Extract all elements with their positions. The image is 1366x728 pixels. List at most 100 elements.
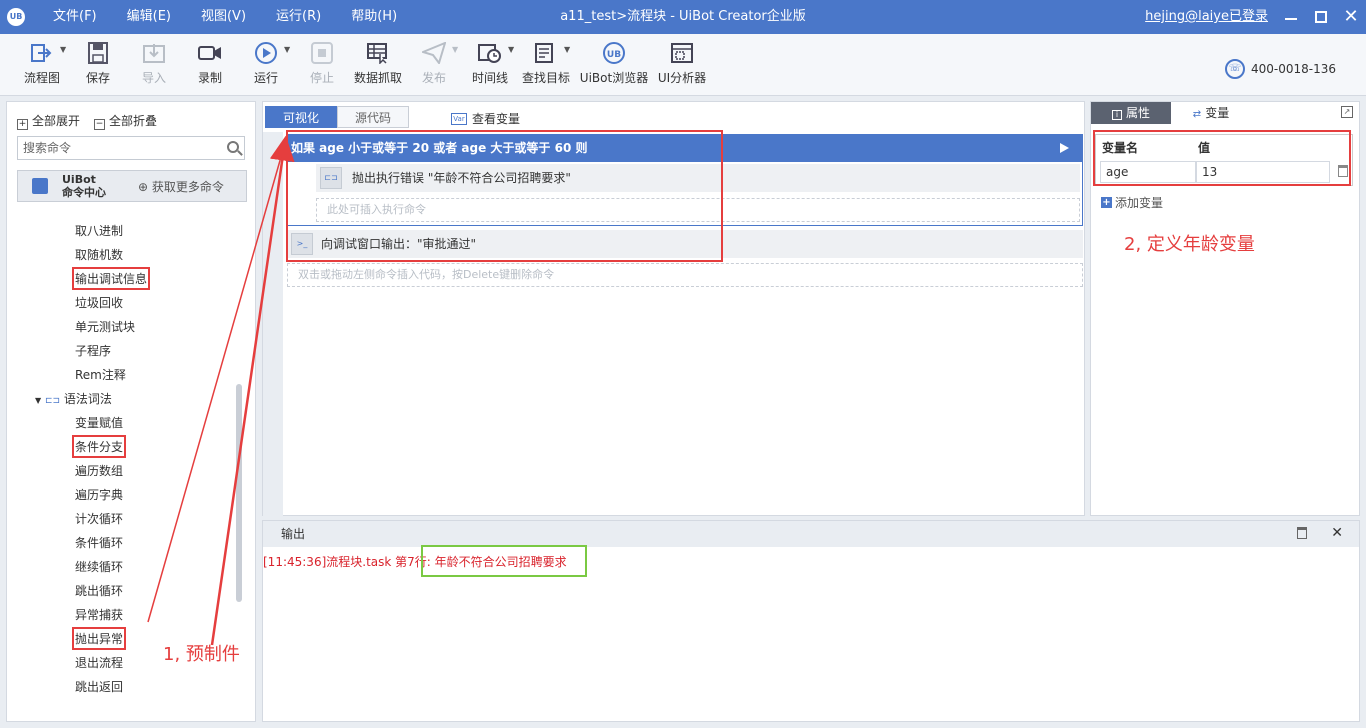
data-capture-button[interactable]: 数据抓取 <box>352 38 404 92</box>
data-capture-icon <box>366 42 390 65</box>
plus-icon: ⊕ <box>138 180 152 194</box>
expand-icon[interactable]: ↗ <box>1341 106 1353 118</box>
tab-output[interactable]: 输出 <box>263 521 323 547</box>
tree-expand-controls: + 全部展开 − 全部折叠 <box>17 112 157 130</box>
syntax-group-icon: ⊏⊐ <box>44 396 61 406</box>
tree-item-unit-test[interactable]: 单元测试块 <box>75 318 135 335</box>
swap-icon: ⇄ <box>1192 109 1202 120</box>
get-more-commands[interactable]: ⊕ 获取更多命令 <box>138 178 224 195</box>
close-output-icon[interactable]: ✕ <box>1331 525 1343 541</box>
find-target-label: 查找目标 <box>521 71 570 85</box>
plus-square-icon: + <box>17 119 28 130</box>
editor-tabs: 可视化 源代码 <box>265 106 409 128</box>
add-variable-label: 添加变量 <box>1115 196 1164 210</box>
publish-dropdown-icon[interactable]: ▼ <box>452 45 458 54</box>
play-icon <box>254 42 278 64</box>
annotation-variable-box <box>1093 130 1351 186</box>
tab-source[interactable]: 源代码 <box>337 106 409 128</box>
command-panel: + 全部展开 −全部折叠 UiBot 命令中心 ⊕ 获取更多命令 取八进制 取随机… <box>6 101 256 722</box>
tree-group-syntax[interactable]: ▼ ⊏⊐ 语法词法 <box>35 390 112 407</box>
flowchart-dropdown-icon[interactable]: ▼ <box>60 45 66 54</box>
tree-item-trace[interactable]: 输出调试信息 <box>71 267 151 290</box>
import-icon <box>142 42 166 64</box>
output-header <box>263 521 1359 547</box>
tree-item-throw[interactable]: 抛出异常 <box>71 627 127 650</box>
tree-item-return[interactable]: 跳出返回 <box>75 678 123 695</box>
flowchart-icon <box>30 42 54 64</box>
ui-analyzer-button[interactable]: UI分析器 <box>656 38 708 92</box>
tab-properties-label: 属性 <box>1125 106 1150 120</box>
menu-run[interactable]: 运行(R) <box>261 0 336 34</box>
clear-output-icon[interactable] <box>1297 527 1307 539</box>
find-target-icon <box>534 42 558 64</box>
expand-all-button[interactable]: + 全部展开 <box>17 112 80 130</box>
tree-item-random[interactable]: 取随机数 <box>75 246 123 263</box>
record-label: 录制 <box>197 71 222 85</box>
command-center-line2: 命令中心 <box>62 186 106 199</box>
stop-button[interactable]: 停止 <box>306 38 338 92</box>
svg-text:UB: UB <box>607 50 621 60</box>
collapse-all-label: 全部折叠 <box>109 114 158 128</box>
flowchart-button[interactable]: 流程图 <box>20 38 64 92</box>
search-input[interactable] <box>18 137 218 159</box>
uibot-browser-icon: UB <box>602 42 626 64</box>
tree-scrollbar[interactable] <box>236 384 242 602</box>
tree-item-continue[interactable]: 继续循环 <box>75 558 123 575</box>
right-panel-tabs: i 属性 ⇄ 变量 <box>1091 102 1251 124</box>
editor-hint[interactable]: 双击或拖动左侧命令插入代码，按Delete键删除命令 <box>287 263 1083 287</box>
close-icon: ✕ <box>1343 6 1359 27</box>
uibot-browser-label: UiBot浏览器 <box>579 71 649 85</box>
command-center-line1: UiBot <box>62 173 96 186</box>
timeline-button[interactable]: 时间线 <box>470 38 510 92</box>
maximize-button[interactable] <box>1306 0 1336 34</box>
tree-item-assign[interactable]: 变量赋值 <box>75 414 123 431</box>
menu-file[interactable]: 文件(F) <box>38 0 112 34</box>
find-target-dropdown-icon[interactable]: ▼ <box>564 45 570 54</box>
tree-item-rem[interactable]: Rem注释 <box>75 366 126 383</box>
tab-visual[interactable]: 可视化 <box>265 106 337 128</box>
timeline-dropdown-icon[interactable]: ▼ <box>508 45 514 54</box>
record-button[interactable]: 录制 <box>194 38 226 92</box>
tree-item-subroutine[interactable]: 子程序 <box>75 342 111 359</box>
run-label: 运行 <box>253 71 278 85</box>
tree-item-for-count[interactable]: 计次循环 <box>75 510 123 527</box>
collapse-all-button[interactable]: − 全部折叠 <box>94 112 157 130</box>
annotation-output-box <box>421 545 587 577</box>
timeline-label: 时间线 <box>471 71 508 85</box>
search-icon[interactable] <box>227 141 239 153</box>
ui-analyzer-label: UI分析器 <box>657 71 707 85</box>
window-controls: ✕ <box>1276 0 1366 34</box>
run-dropdown-icon[interactable]: ▼ <box>284 45 290 54</box>
tree-item-exit[interactable]: 退出流程 <box>75 654 123 671</box>
close-button[interactable]: ✕ <box>1336 0 1366 34</box>
info-icon: i <box>1111 110 1122 120</box>
publish-button[interactable]: 发布 <box>418 38 450 92</box>
tab-variables[interactable]: ⇄ 变量 <box>1171 102 1251 124</box>
tree-item-gc[interactable]: 垃圾回收 <box>75 294 123 311</box>
view-variables-button[interactable]: Var 查看变量 <box>451 110 520 127</box>
tree-group-label: 语法词法 <box>63 392 112 406</box>
run-button[interactable]: 运行 <box>250 38 282 92</box>
uibot-browser-button[interactable]: UB UiBot浏览器 <box>578 38 650 92</box>
view-variables-label: 查看变量 <box>472 112 521 126</box>
minimize-button[interactable] <box>1276 0 1306 34</box>
play-icon[interactable] <box>1060 143 1069 153</box>
tree-item-break[interactable]: 跳出循环 <box>75 582 123 599</box>
add-variable-button[interactable]: + 添加变量 <box>1101 194 1163 211</box>
save-button[interactable]: 保存 <box>82 38 114 92</box>
menu-view[interactable]: 视图(V) <box>186 0 261 34</box>
tree-item-for-array[interactable]: 遍历数组 <box>75 462 123 479</box>
tab-properties[interactable]: i 属性 <box>1091 102 1171 124</box>
login-link[interactable]: hejing@laiye已登录 <box>1145 0 1268 34</box>
tree-item-for-dict[interactable]: 遍历字典 <box>75 486 123 503</box>
menu-edit[interactable]: 编辑(E) <box>112 0 186 34</box>
tree-item-while[interactable]: 条件循环 <box>75 534 123 551</box>
import-button[interactable]: 导入 <box>138 38 170 92</box>
tree-item-octal[interactable]: 取八进制 <box>75 222 123 239</box>
command-center-button[interactable]: UiBot 命令中心 ⊕ 获取更多命令 <box>17 170 247 202</box>
publish-label: 发布 <box>421 71 446 85</box>
menu-help[interactable]: 帮助(H) <box>336 0 412 34</box>
tree-item-try[interactable]: 异常捕获 <box>75 606 123 623</box>
video-camera-icon <box>198 42 222 64</box>
tree-item-if[interactable]: 条件分支 <box>71 435 127 458</box>
